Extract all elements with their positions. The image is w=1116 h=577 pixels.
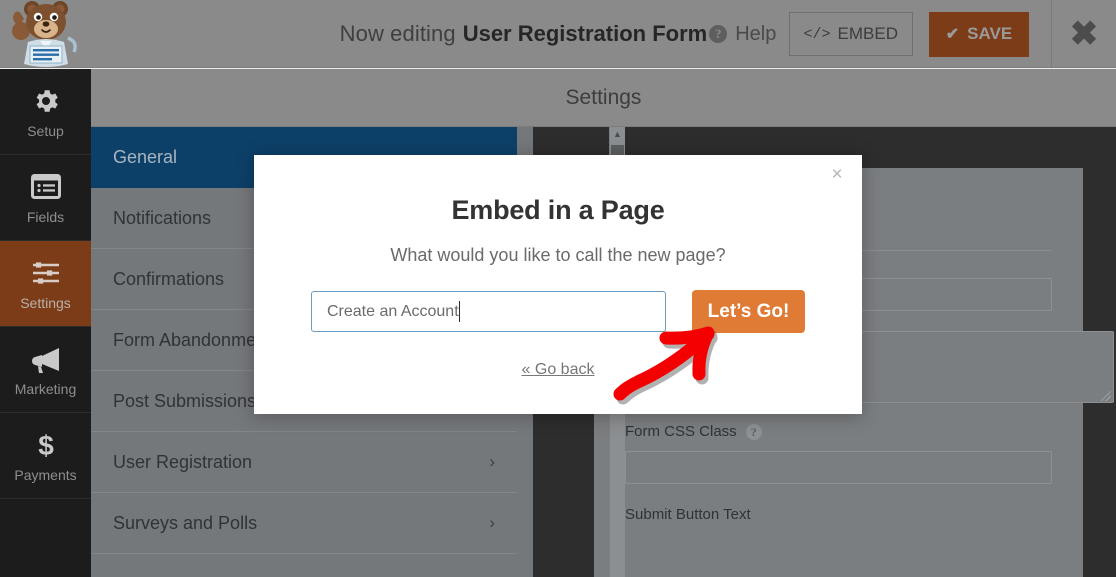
- settings-item-chevron: ›: [489, 513, 495, 532]
- sliders-icon: [29, 257, 63, 289]
- sidebar-item-label: Marketing: [14, 380, 77, 397]
- lets-go-button[interactable]: Let’s Go!: [692, 290, 805, 333]
- megaphone-icon: [29, 343, 63, 375]
- sidebar-item-label: Setup: [27, 122, 64, 139]
- help-circle-icon[interactable]: ?: [709, 25, 728, 43]
- embed-button-label: EMBED: [837, 24, 898, 43]
- settings-item-label: Confirmations: [113, 268, 225, 289]
- close-x-icon[interactable]: ×: [826, 164, 848, 186]
- form-css-class-label: Form CSS Class: [625, 423, 737, 440]
- settings-item-label: Notifications: [113, 207, 212, 228]
- builder-header: Now editing User Registration Form ? Hel…: [0, 0, 1116, 68]
- embed-in-page-modal: × Embed in a Page What would you like to…: [254, 155, 862, 414]
- scroll-up-arrow-icon[interactable]: ▲: [610, 127, 625, 142]
- builder-sidebar-rail: Setup Fields Settings Marketing $ Paymen…: [0, 69, 91, 577]
- submit-button-text-label: Submit Button Text: [625, 506, 751, 523]
- gear-icon: [29, 85, 63, 117]
- now-editing-label: Now editing: [339, 21, 456, 46]
- page-name-input[interactable]: [311, 291, 666, 332]
- save-button-label: SAVE: [967, 24, 1013, 43]
- sidebar-item-payments[interactable]: $ Payments: [0, 413, 91, 499]
- header-actions: </> EMBED ✔ SAVE ✖: [788, 0, 1116, 68]
- settings-item-partial[interactable]: [91, 554, 517, 577]
- form-css-class-label-row: Form CSS Class ?: [625, 423, 1052, 440]
- sidebar-item-label: Settings: [20, 294, 71, 311]
- dollar-icon: $: [29, 429, 63, 461]
- wpforms-bear-mascot-icon: [8, 0, 86, 70]
- check-icon: ✔: [945, 26, 960, 43]
- resize-handle-icon[interactable]: [1101, 391, 1111, 401]
- sidebar-item-setup[interactable]: Setup: [0, 69, 91, 155]
- settings-item-label: Surveys and Polls: [113, 512, 258, 533]
- help-circle-icon[interactable]: ?: [745, 423, 762, 440]
- sidebar-item-fields[interactable]: Fields: [0, 155, 91, 241]
- modal-subtitle: What would you like to call the new page…: [390, 245, 726, 265]
- sidebar-item-label: Fields: [26, 208, 65, 225]
- form-name-label: User Registration Form: [462, 21, 708, 46]
- settings-item-label: Post Submissions: [113, 390, 257, 411]
- embed-button[interactable]: </> EMBED: [788, 12, 913, 56]
- settings-item-user-registration[interactable]: User Registration ›: [91, 432, 517, 493]
- settings-item-label: User Registration: [113, 451, 253, 472]
- code-brackets-icon: </>: [803, 25, 831, 43]
- settings-item-label: Form Abandonment: [113, 329, 272, 350]
- form-css-class-input[interactable]: [625, 451, 1052, 484]
- page-name-input-wrap: [311, 291, 666, 332]
- modal-title: Embed in a Page: [451, 195, 665, 225]
- save-button[interactable]: ✔ SAVE: [929, 11, 1029, 57]
- sidebar-item-settings[interactable]: Settings: [0, 241, 91, 327]
- svg-text:$: $: [38, 430, 54, 460]
- settings-item-chevron: ›: [489, 452, 495, 471]
- close-x-icon[interactable]: ✖: [1052, 0, 1116, 68]
- modal-form-row: Let’s Go!: [254, 266, 862, 333]
- form-builder-screen: Now editing User Registration Form ? Hel…: [0, 0, 1116, 577]
- settings-item-label: General: [113, 146, 178, 167]
- go-back-link[interactable]: « Go back: [254, 333, 862, 379]
- sidebar-item-label: Payments: [14, 466, 77, 483]
- list-box-icon: [29, 171, 63, 203]
- settings-heading-bar: Settings: [91, 69, 1116, 127]
- settings-item-surveys-and-polls[interactable]: Surveys and Polls ›: [91, 493, 517, 554]
- sidebar-item-marketing[interactable]: Marketing: [0, 327, 91, 413]
- help-link[interactable]: Help: [735, 23, 776, 46]
- text-caret: [459, 301, 460, 322]
- page-title: Settings: [565, 85, 642, 109]
